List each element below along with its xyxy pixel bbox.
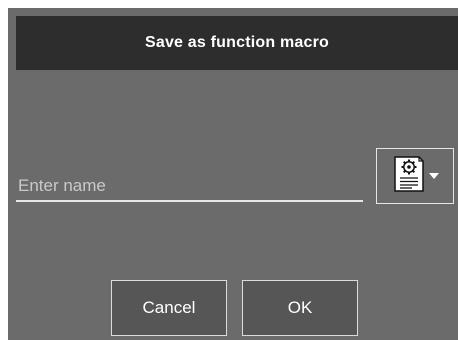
dialog-title-bar: Save as function macro — [16, 16, 458, 70]
macro-name-input[interactable] — [16, 172, 363, 202]
document-gear-icon — [392, 153, 426, 200]
caret-down-icon — [428, 167, 439, 185]
dialog-title: Save as function macro — [144, 34, 330, 51]
save-macro-dialog: Save as function macro Enter name Cancel… — [8, 8, 458, 340]
cancel-button[interactable]: Cancel — [111, 280, 227, 336]
ok-button[interactable]: OK — [242, 280, 358, 336]
macro-icon-picker[interactable] — [376, 148, 454, 204]
